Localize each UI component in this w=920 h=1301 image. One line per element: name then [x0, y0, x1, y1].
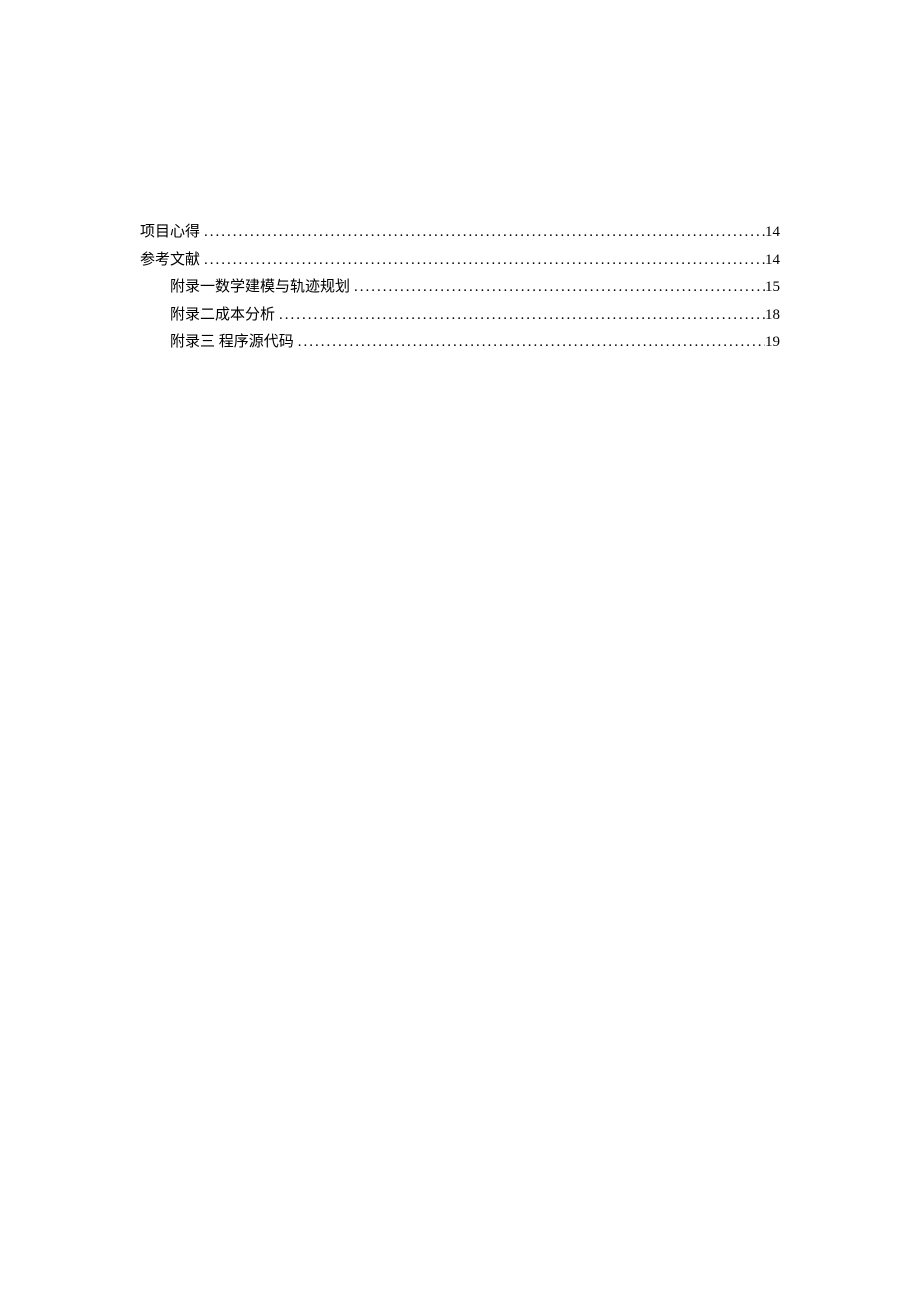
toc-leader-dots [275, 303, 765, 329]
toc-leader-dots [200, 248, 765, 274]
toc-entry-label: 附录三 程序源代码 [170, 330, 294, 356]
toc-leader-dots [294, 330, 765, 356]
toc-entry-page: 19 [765, 330, 780, 356]
toc-entry-page: 14 [765, 248, 780, 274]
toc-entry: 参考文献 14 [140, 248, 780, 274]
toc-entry-page: 15 [765, 275, 780, 301]
toc-entry: 附录二成本分析 18 [140, 303, 780, 329]
toc-entry: 项目心得 14 [140, 220, 780, 246]
toc-entry-label: 项目心得 [140, 220, 200, 246]
toc-entry-label: 附录一数学建模与轨迹规划 [170, 275, 350, 301]
toc-leader-dots [200, 220, 765, 246]
toc-entry-label: 附录二成本分析 [170, 303, 275, 329]
toc-entry-page: 14 [765, 220, 780, 246]
toc-entry: 附录一数学建模与轨迹规划 15 [140, 275, 780, 301]
toc-entry-page: 18 [765, 303, 780, 329]
table-of-contents: 项目心得 14 参考文献 14 附录一数学建模与轨迹规划 15 附录二成本分析 … [140, 220, 780, 356]
toc-entry-label: 参考文献 [140, 248, 200, 274]
toc-leader-dots [350, 275, 765, 301]
toc-entry: 附录三 程序源代码 19 [140, 330, 780, 356]
